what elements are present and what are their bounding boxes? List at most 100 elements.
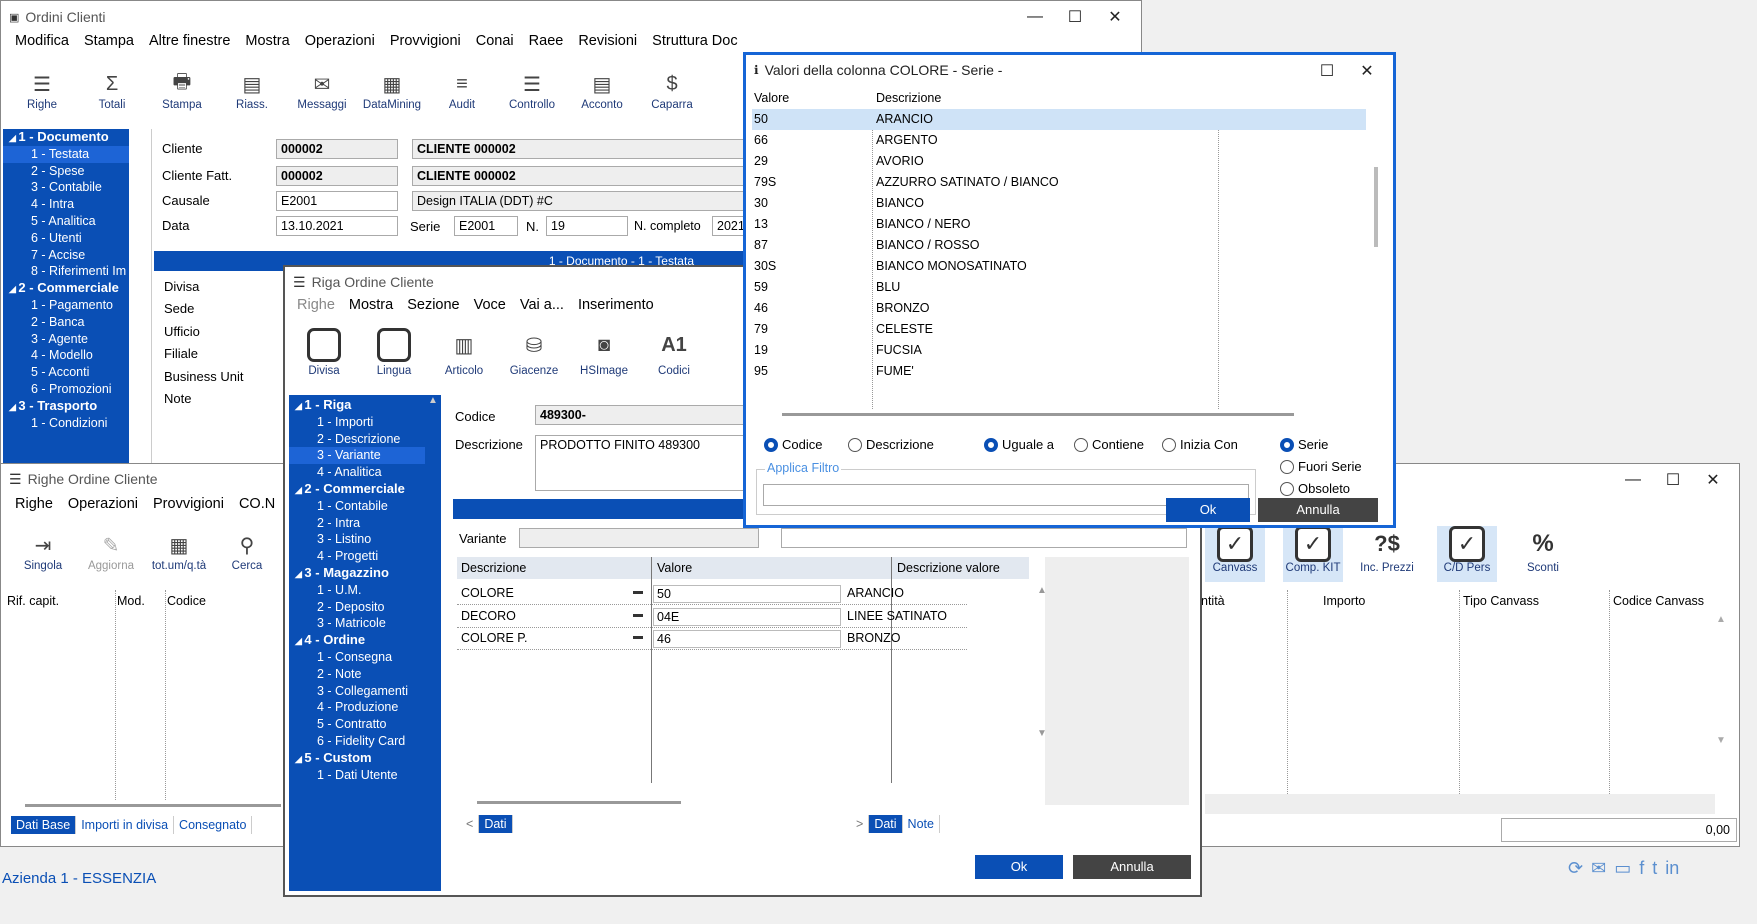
singola-button[interactable]: ⇥ Singola [9, 530, 77, 584]
aggiorna-button[interactable]: ✎ Aggiorna [77, 530, 145, 584]
tree-item[interactable]: 4 - Modello [3, 347, 129, 364]
tree-item[interactable]: 6 - Fidelity Card [289, 733, 425, 750]
totali-button[interactable]: Σ Totali [77, 69, 147, 123]
tree-item[interactable]: 5 - Acconti [3, 364, 129, 381]
tab-dati-base[interactable]: Dati Base [11, 816, 77, 834]
variant-value-field[interactable]: 50 [653, 585, 841, 603]
menu-sezione[interactable]: Sezione [407, 297, 459, 319]
variant-value-field[interactable]: 04E [653, 607, 841, 626]
valori-row[interactable]: 95 FUME' [752, 361, 1366, 377]
minimize-icon[interactable]: — [1613, 464, 1653, 496]
tot-um-button[interactable]: ▦ tot.um/q.tà [145, 530, 213, 584]
giacenze-button[interactable]: ⛁ Giacenze [499, 325, 569, 385]
scroll-left-icon[interactable]: < [461, 815, 480, 833]
tree-item[interactable]: 6 - Utenti [3, 230, 129, 247]
tree-item[interactable]: 2 - Note [289, 666, 425, 683]
datamining-button[interactable]: ▦ DataMining [357, 69, 427, 123]
hsimage-button[interactable]: ◙ HSImage [569, 325, 639, 385]
menu-modifica[interactable]: Modifica [15, 33, 69, 55]
controllo-button[interactable]: ☰ Controllo [497, 69, 567, 123]
righe-vscroll[interactable]: ▲ ▼ [1715, 614, 1727, 794]
cliente-fatt-code-field[interactable]: 000002 [276, 166, 398, 186]
lingua-button[interactable]: Lingua [359, 325, 429, 385]
radio-fuori-serie[interactable]: Fuori Serie [1280, 459, 1362, 474]
valori-ok-button[interactable]: Ok [1166, 498, 1250, 522]
facebook-icon[interactable]: f [1639, 858, 1644, 879]
maximize-icon[interactable]: ☐ [1653, 464, 1693, 496]
tree-item[interactable]: 2 - Spese [3, 163, 129, 180]
riga-annulla-button[interactable]: Annulla [1073, 855, 1191, 879]
righe-button[interactable]: ☰ Righe [7, 69, 77, 123]
data-field[interactable]: 13.10.2021 [276, 216, 398, 236]
minimize-icon[interactable]: — [1015, 1, 1055, 33]
valori-vscroll[interactable] [1374, 167, 1378, 247]
tree-item[interactable]: 2 - Banca [3, 314, 129, 331]
tree-item[interactable]: 3 - Agente [3, 331, 129, 348]
close-icon[interactable]: ✕ [1095, 1, 1135, 33]
monitor-icon[interactable]: ▭ [1614, 858, 1631, 879]
linkedin-icon[interactable]: in [1665, 858, 1679, 879]
tree-group[interactable]: ◢ 1 - Riga [289, 397, 425, 414]
causale-desc-field[interactable]: Design ITALIA (DDT) #C [412, 191, 752, 211]
codici-button[interactable]: A1 Codici [639, 325, 709, 385]
riga-tree-scroll[interactable]: ▲ [425, 395, 441, 891]
tree-group[interactable]: ◢ 4 - Ordine [289, 632, 425, 649]
menu-righe[interactable]: Righe [15, 496, 53, 518]
menu-inserimento[interactable]: Inserimento [578, 297, 654, 319]
close-icon[interactable]: ✕ [1347, 55, 1387, 87]
serie-field[interactable]: E2001 [454, 216, 518, 236]
tree-item[interactable]: 2 - Intra [289, 515, 425, 532]
variant-row[interactable]: DECORO ▬ 04E LINEE SATINATO [457, 606, 967, 628]
tab-dati[interactable]: Dati [479, 815, 513, 833]
tree-item[interactable]: 2 - Deposito [289, 599, 425, 616]
acconto-button[interactable]: ▤ Acconto [567, 69, 637, 123]
tree-item[interactable]: 5 - Contratto [289, 716, 425, 733]
menu-raee[interactable]: Raee [529, 33, 564, 55]
valori-row[interactable]: 30S BIANCO MONOSATINATO [752, 256, 1366, 277]
tree-item[interactable]: 8 - Riferimenti Im [3, 263, 129, 280]
twitter-icon[interactable]: t [1652, 858, 1657, 879]
menu-righe[interactable]: Righe [297, 297, 335, 319]
menu-operazioni[interactable]: Operazioni [305, 33, 375, 55]
menu-provvigioni[interactable]: Provvigioni [153, 496, 224, 518]
valori-row[interactable]: 79 CELESTE [752, 319, 1366, 340]
menu-altre-finestre[interactable]: Altre finestre [149, 33, 230, 55]
caparra-button[interactable]: $ Caparra [637, 69, 707, 123]
collapse-icon[interactable]: ◢ [295, 485, 304, 495]
menu-revisioni[interactable]: Revisioni [578, 33, 637, 55]
valori-row[interactable]: 50 ARANCIO [752, 109, 1366, 130]
tree-item[interactable]: 3 - Matricole [289, 615, 425, 632]
riass-button[interactable]: ▤ Riass. [217, 69, 287, 123]
close-icon[interactable]: ✕ [1693, 464, 1733, 496]
lookup-icon[interactable]: ▬ [633, 586, 643, 597]
sconti-button[interactable]: % Sconti [1513, 526, 1573, 582]
menu-stampa[interactable]: Stampa [84, 33, 134, 55]
collapse-icon[interactable]: ◢ [295, 636, 304, 646]
tab-consegnato[interactable]: Consegnato [174, 816, 253, 834]
tree-item[interactable]: 6 - Promozioni [3, 381, 129, 398]
tree-item[interactable]: 4 - Progetti [289, 548, 425, 565]
menu-conai[interactable]: Conai [476, 33, 514, 55]
tree-item[interactable]: 2 - Descrizione [289, 431, 425, 448]
menu-mostra[interactable]: Mostra [245, 33, 289, 55]
radio-serie[interactable]: Serie [1280, 437, 1328, 452]
variante-field[interactable] [519, 528, 759, 548]
cliente-fatt-name-field[interactable]: CLIENTE 000002 [412, 166, 752, 186]
tree-item[interactable]: 1 - Importi [289, 414, 425, 431]
valori-row[interactable]: 79S AZZURRO SATINATO / BIANCO [752, 172, 1366, 193]
valori-row[interactable]: 87 BIANCO / ROSSO [752, 235, 1366, 256]
variant-value-field[interactable]: 46 [653, 630, 841, 648]
radio-contiene[interactable]: Contiene [1074, 437, 1144, 452]
tab-note[interactable]: Note [903, 815, 940, 833]
cliente-code-field[interactable]: 000002 [276, 139, 398, 159]
variant-hscroll[interactable] [477, 801, 681, 804]
radio-obsoleto[interactable]: Obsoleto [1280, 481, 1350, 496]
valori-row[interactable]: 66 ARGENTO [752, 130, 1366, 151]
stampa-button[interactable]: 🖶 Stampa [147, 69, 217, 123]
tab-dati-right[interactable]: Dati [869, 815, 903, 833]
tree-item[interactable]: 1 - Condizioni [3, 415, 129, 432]
valori-row[interactable]: 46 BRONZO [752, 298, 1366, 319]
valori-row[interactable]: 30 BIANCO [752, 193, 1366, 214]
valori-row[interactable]: 59 BLU [752, 277, 1366, 298]
cd-pers-button[interactable]: ✓ C/D Pers [1437, 526, 1497, 582]
